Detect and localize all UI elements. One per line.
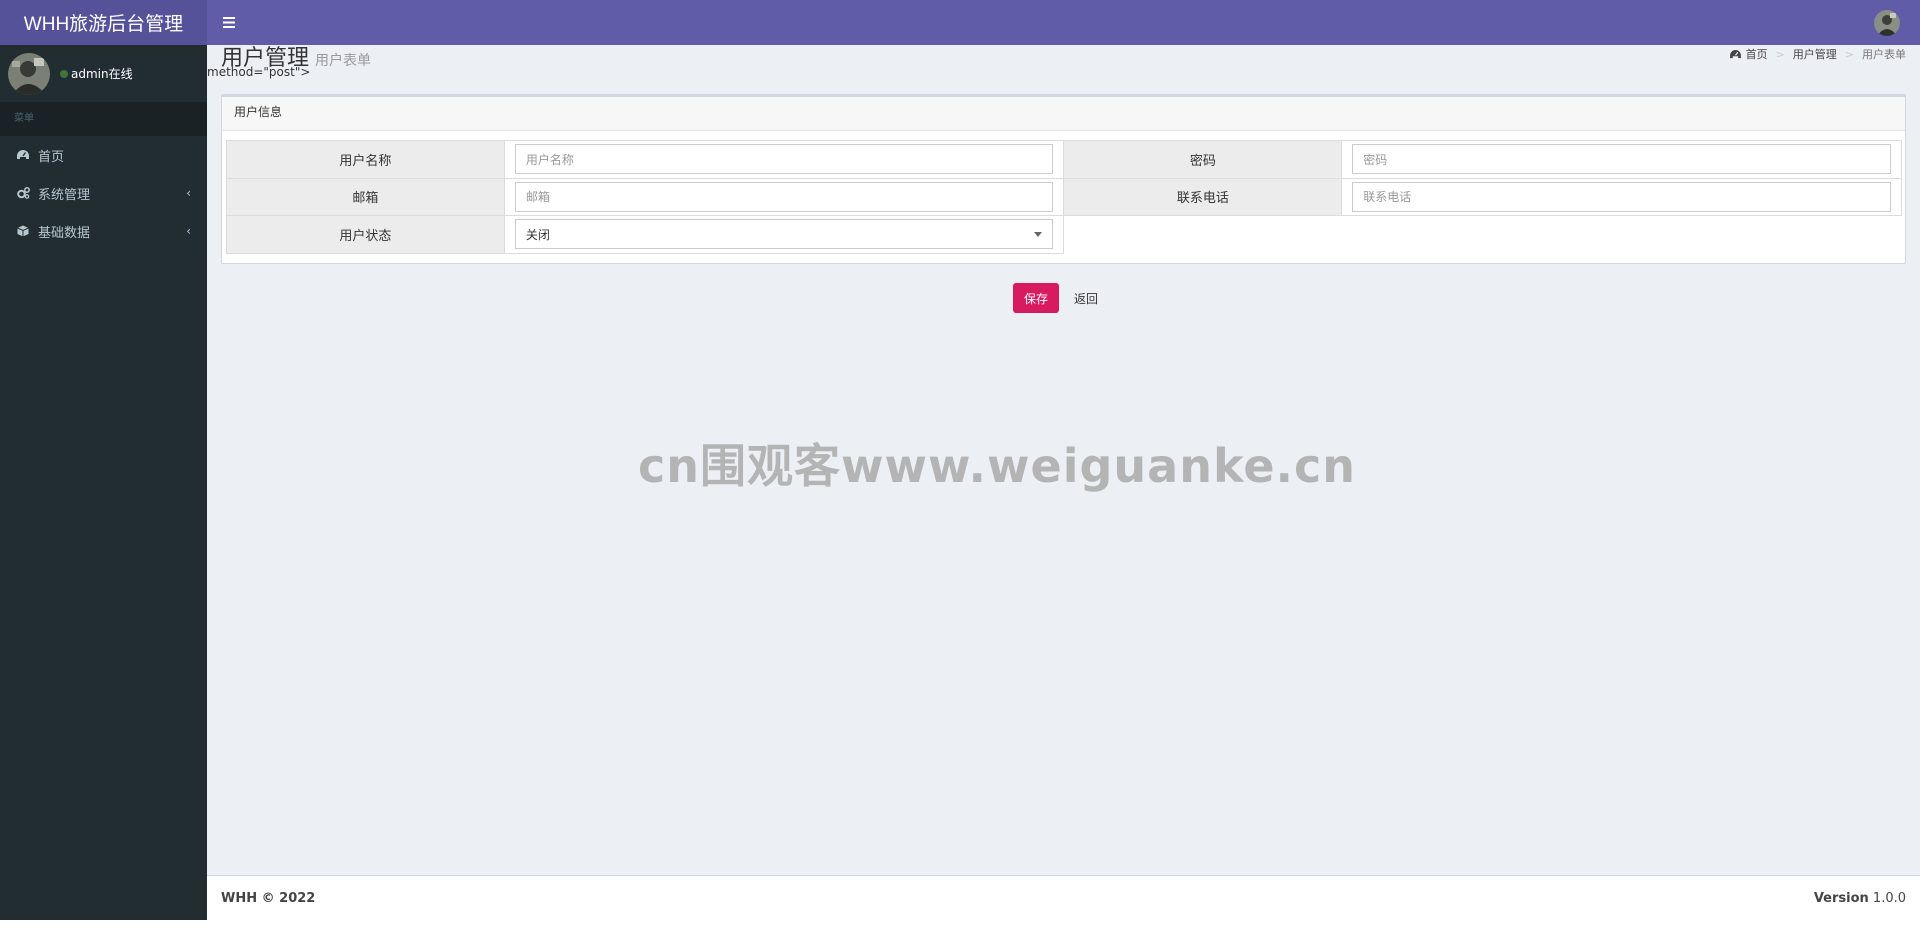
phone-label: 联系电话 xyxy=(1063,177,1343,216)
password-cell: 密码 xyxy=(1341,140,1902,179)
sidebar-item-label: 首页 xyxy=(38,149,65,165)
sidebar-item-basic-data[interactable]: 基础数据 ‹ xyxy=(0,212,207,250)
status-cell: 关闭 xyxy=(503,215,1065,254)
user-status: admin在线 xyxy=(60,65,133,82)
header-user-avatar[interactable] xyxy=(1874,9,1900,36)
footer-version: Version 1.0.0 xyxy=(1814,891,1906,906)
user-avatar-icon xyxy=(8,52,50,95)
cube-icon xyxy=(16,224,30,238)
password-label: 密码 xyxy=(1063,140,1343,179)
chevron-left-icon: ‹ xyxy=(186,224,191,238)
caret-down-icon xyxy=(1034,231,1043,237)
app-logo[interactable]: WHH旅游后台管理 xyxy=(0,0,207,45)
box-title: 用户信息 xyxy=(222,97,1905,131)
email-label: 邮箱 xyxy=(226,177,505,216)
watermark-text: cn围观客www.weiguanke.cn xyxy=(638,439,1357,493)
user-info-box: 用户信息 用户名称 用户名称 密码 密码 邮箱 邮箱 联系电话 联系电话 用户状… xyxy=(221,94,1906,264)
phone-input[interactable]: 联系电话 xyxy=(1352,181,1891,212)
sidebar-item-system[interactable]: 系统管理 ‹ xyxy=(0,174,207,212)
breadcrumb: 首页 > 用户管理 > 用户表单 xyxy=(1729,46,1906,62)
table-row: 用户名称 用户名称 密码 密码 xyxy=(226,140,1902,179)
app-logo-text: WHH旅游后台管理 xyxy=(23,14,184,35)
avatar xyxy=(8,52,50,95)
status-label: 用户状态 xyxy=(226,215,505,254)
user-avatar-icon xyxy=(1874,9,1900,36)
breadcrumb-separator: > xyxy=(1844,47,1854,61)
breadcrumb-home-link[interactable]: 首页 xyxy=(1746,46,1768,62)
breadcrumb-separator: > xyxy=(1775,47,1785,61)
username-label: 用户名称 xyxy=(226,140,505,179)
status-select[interactable]: 关闭 xyxy=(514,219,1054,250)
email-cell: 邮箱 xyxy=(503,177,1065,216)
dashboard-icon xyxy=(16,148,30,162)
sidebar-item-home[interactable]: 首页 xyxy=(0,136,207,174)
footer: WHH © 2022 Version 1.0.0 xyxy=(207,875,1920,920)
hamburger-icon xyxy=(223,17,235,28)
empty-cell xyxy=(1063,215,1902,253)
chevron-left-icon: ‹ xyxy=(186,186,191,200)
menu-header: 菜单 xyxy=(0,102,207,136)
dashboard-icon xyxy=(1729,49,1741,59)
stray-form-attribute-text: method="post"> xyxy=(207,65,311,79)
save-button[interactable]: 保存 xyxy=(1013,283,1060,313)
username-cell: 用户名称 xyxy=(503,140,1065,179)
sidebar-item-label: 系统管理 xyxy=(38,187,91,203)
phone-cell: 联系电话 xyxy=(1341,177,1902,216)
table-row: 邮箱 邮箱 联系电话 联系电话 xyxy=(226,177,1902,216)
main-content: 用户管理 用户表单 method="post"> 首页 > 用户管理 > 用户表单… xyxy=(207,45,1920,875)
sidebar-toggle-button[interactable] xyxy=(209,0,249,45)
password-input[interactable]: 密码 xyxy=(1352,144,1891,175)
cogs-icon xyxy=(16,186,30,200)
user-status-text: admin在线 xyxy=(71,67,133,81)
sidebar-item-label: 基础数据 xyxy=(38,225,91,241)
user-panel: admin在线 xyxy=(0,45,207,102)
form-actions: 保存 返回 xyxy=(1013,283,1098,313)
sidebar: admin在线 菜单 首页 系统管理 ‹ 基础数据 ‹ xyxy=(0,45,207,920)
table-row: 用户状态 关闭 xyxy=(226,215,1902,254)
footer-copyright: WHH © 2022 xyxy=(221,890,316,906)
footer-version-label: Version xyxy=(1813,890,1869,906)
breadcrumb-current: 用户表单 xyxy=(1862,48,1906,61)
online-status-icon xyxy=(60,69,68,78)
user-form-table: 用户名称 用户名称 密码 密码 邮箱 邮箱 联系电话 联系电话 用户状态 关闭 xyxy=(226,140,1902,254)
footer-version-value: 1.0.0 xyxy=(1872,890,1906,906)
breadcrumb-user-management-link[interactable]: 用户管理 xyxy=(1793,46,1837,62)
status-select-value: 关闭 xyxy=(525,227,550,242)
username-input[interactable]: 用户名称 xyxy=(514,144,1054,175)
page-bottom-area xyxy=(0,920,1920,938)
back-link[interactable]: 返回 xyxy=(1074,290,1098,307)
top-navbar: WHH旅游后台管理 xyxy=(0,0,1920,45)
page-subtitle: 用户表单 xyxy=(315,53,372,69)
email-input[interactable]: 邮箱 xyxy=(514,181,1054,212)
